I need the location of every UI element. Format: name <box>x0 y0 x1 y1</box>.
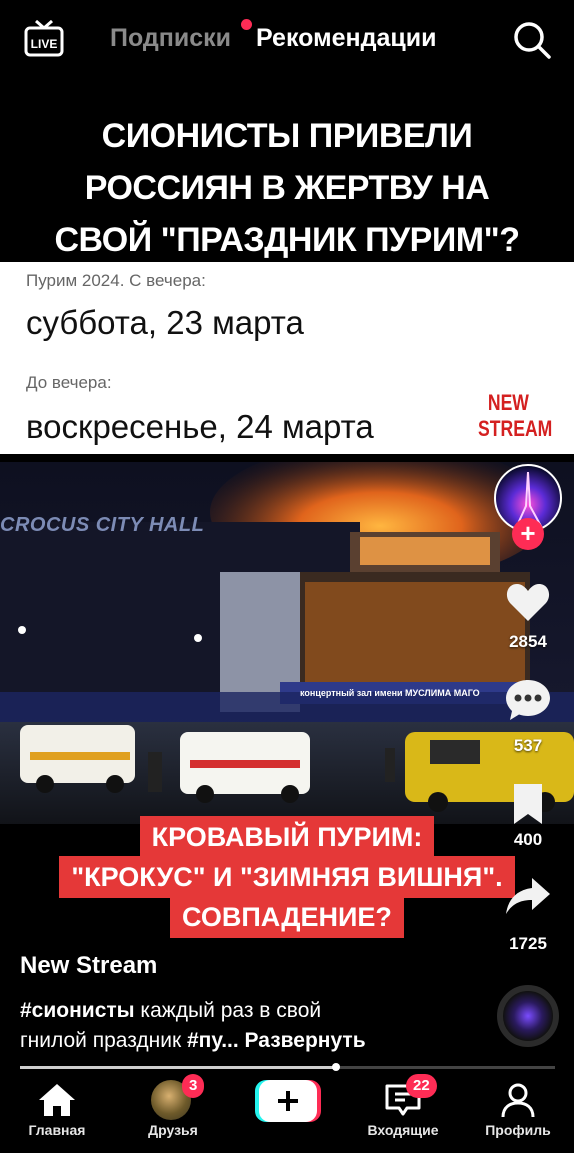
tab-following[interactable]: Подписки <box>110 24 231 53</box>
nav-friends-label: Друзья <box>148 1122 198 1138</box>
caption-line: КРОВАВЫЙ ПУРИМ: <box>139 816 435 858</box>
save-count: 400 <box>513 830 543 849</box>
info-date-to: воскресенье, 24 марта <box>26 408 374 445</box>
progress-fill <box>20 1066 336 1069</box>
bookmark-icon[interactable] <box>504 780 552 828</box>
heart-icon[interactable] <box>504 578 552 626</box>
info-label-to: До вечера: <box>26 373 112 392</box>
building-banner: концертный зал имени МУСЛИМА МАГО <box>300 688 480 698</box>
video-description[interactable]: #сионисты каждый раз в свой гнилой празд… <box>20 996 480 1056</box>
progress-knob[interactable] <box>331 1063 340 1071</box>
hashtag-link[interactable]: #пу... <box>187 1029 239 1052</box>
comment-count: 537 <box>513 736 543 755</box>
bottom-nav: Главная 3 Друзья 22 Входящие Профиль <box>0 1072 574 1153</box>
expand-link[interactable]: Развернуть <box>245 1029 366 1052</box>
nav-inbox[interactable]: 22 Входящие <box>348 1072 458 1153</box>
svg-text:LIVE: LIVE <box>31 37 58 51</box>
author-name[interactable]: New Stream <box>20 952 157 980</box>
share-count: 1725 <box>509 934 547 953</box>
music-disc-icon[interactable] <box>497 985 559 1047</box>
nav-home[interactable]: Главная <box>2 1072 112 1153</box>
stamp-line: NEW <box>487 390 529 415</box>
info-date-from: суббота, 23 марта <box>26 304 304 341</box>
tab-for-you[interactable]: Рекомендации <box>256 24 436 53</box>
create-plus-button[interactable] <box>255 1080 321 1122</box>
nav-profile[interactable]: Профиль <box>463 1072 573 1153</box>
nav-inbox-label: Входящие <box>367 1122 439 1138</box>
hashtag-link[interactable]: #сионисты <box>20 999 135 1022</box>
live-tv-icon[interactable]: LIVE <box>24 20 64 58</box>
video-progress-bar[interactable] <box>20 1063 555 1071</box>
info-label-from: Пурим 2024. С вечера: <box>26 271 206 290</box>
nav-home-label: Главная <box>28 1122 86 1138</box>
share-icon[interactable] <box>504 872 552 920</box>
nav-profile-label: Профиль <box>485 1122 551 1138</box>
description-text: каждый раз в свой <box>134 999 322 1022</box>
caption-line: СОВПАДЕНИЕ? <box>170 896 404 938</box>
inbox-badge: 22 <box>406 1074 437 1098</box>
follow-plus-button[interactable]: + <box>512 518 544 550</box>
comment-icon[interactable] <box>504 676 552 724</box>
top-bar: LIVE Подписки Рекомендации <box>0 0 574 80</box>
venue-sign: CROCUS CITY HALL <box>0 514 205 536</box>
friends-badge: 3 <box>182 1074 205 1098</box>
home-icon <box>39 1084 75 1116</box>
description-text: гнилой праздник <box>20 1029 187 1052</box>
search-icon[interactable] <box>512 20 552 60</box>
headline-line: РОССИЯН В ЖЕРТВУ НА <box>84 169 490 207</box>
nav-friends[interactable]: 3 Друзья <box>118 1072 228 1153</box>
stamp-line: STREAM <box>478 416 553 441</box>
purim-date-panel: Пурим 2024. С вечера: суббота, 23 марта … <box>0 262 574 454</box>
profile-icon <box>501 1083 535 1118</box>
new-stream-stamp: NEW STREAM <box>478 390 553 442</box>
video-headline: СИОНИСТЫ ПРИВЕЛИ РОССИЯН В ЖЕРТВУ НА СВО… <box>0 110 574 266</box>
tab-following-dot <box>241 19 252 30</box>
headline-line: СВОЙ "ПРАЗДНИК ПУРИМ"? <box>54 221 520 259</box>
caption-line: "КРОКУС" И "ЗИМНЯЯ ВИШНЯ". <box>59 856 515 898</box>
like-count: 2854 <box>509 632 547 651</box>
headline-line: СИОНИСТЫ ПРИВЕЛИ <box>101 117 473 155</box>
